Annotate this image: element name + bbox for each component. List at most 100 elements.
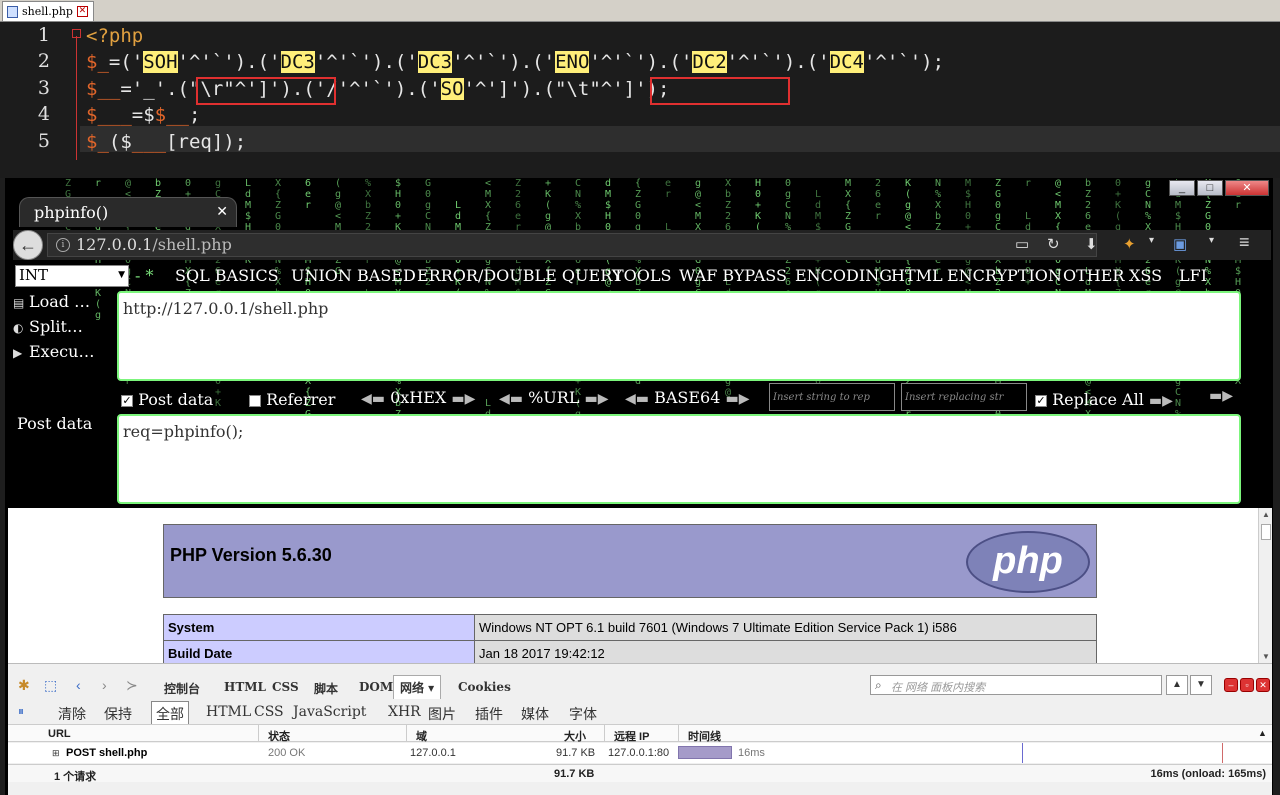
referrer-checkbox[interactable]: Referrer <box>249 390 335 409</box>
menu-sql-basics[interactable]: SQL BASICS <box>175 266 279 285</box>
menu-union-based[interactable]: UNION BASED <box>291 266 416 285</box>
line-number: 3 <box>37 77 50 99</box>
tab-network[interactable]: 网络 ▾ <box>393 675 442 699</box>
filter-javascript[interactable]: JavaScript <box>293 704 366 720</box>
download-icon[interactable]: ⬇ <box>1085 235 1098 253</box>
replacing-string-input[interactable]: Insert replacing str <box>901 383 1027 411</box>
close-tab-icon[interactable]: ✕ <box>216 204 228 220</box>
table-value: Windows NT OPT 6.1 build 7601 (Windows 7… <box>474 614 1097 641</box>
hackbar-url-textarea[interactable]: http://127.0.0.1/shell.php <box>117 291 1241 381</box>
detach-devtools-icon[interactable]: ▫ <box>1240 678 1254 692</box>
col-status[interactable]: 状态 <box>268 728 290 744</box>
minimize-button[interactable]: _ <box>1169 180 1195 196</box>
post-data-textarea[interactable]: req=phpinfo(); <box>117 414 1241 504</box>
col-timeline[interactable]: 时间线 <box>688 728 721 744</box>
close-window-button[interactable]: ✕ <box>1225 180 1269 196</box>
col-url[interactable]: URL <box>48 728 71 740</box>
code-editor[interactable]: 1 2 3 4 5 <?php $_ =(' SOH '^'`').(' DC3 '^'`… <box>0 22 1280 178</box>
code-line-4: $___ =$ $__; <box>86 104 201 126</box>
browser-tab[interactable]: phpinfo() ✕ <box>19 197 237 227</box>
hex-encode-control[interactable]: ◀▬ 0xHEX ▬▶ <box>361 388 475 407</box>
split-icon: ◐ <box>13 321 24 335</box>
tab-script[interactable]: 脚本 <box>314 680 338 697</box>
back-icon[interactable]: ← <box>13 230 43 260</box>
split-url-button[interactable]: ◐ Split… <box>13 317 83 336</box>
network-search-input[interactable]: ⌕ 在 网络 面板内搜索 <box>870 675 1162 695</box>
chevron-down-icon[interactable]: ▾ <box>1209 235 1214 246</box>
tab-css[interactable]: CSS <box>272 680 299 694</box>
type-select[interactable]: INT ▼ <box>15 265 129 287</box>
inspect-icon[interactable]: ⬚ <box>44 677 57 694</box>
maximize-button[interactable]: □ <box>1197 180 1223 196</box>
tab-cookies[interactable]: Cookies <box>458 680 511 694</box>
menu-lfi[interactable]: LFI <box>1179 266 1207 285</box>
table-row[interactable]: ⊞ POST shell.php 200 OK 127.0.0.1 91.7 K… <box>8 743 1272 763</box>
menu-tools[interactable]: TOOLS <box>613 266 672 285</box>
table-row: System Windows NT OPT 6.1 build 7601 (Wi… <box>163 614 1097 641</box>
back-nav-icon[interactable]: ‹ <box>76 677 81 693</box>
scroll-up-icon[interactable]: ▲ <box>1258 728 1267 738</box>
base64-control[interactable]: ◀▬ BASE64 ▬▶ <box>625 388 750 407</box>
reader-icon[interactable]: ▭ <box>1015 235 1029 253</box>
filter-xhr[interactable]: XHR <box>388 704 421 720</box>
close-icon[interactable]: ✕ <box>76 6 88 17</box>
extension-icon[interactable]: ▣ <box>1173 235 1187 253</box>
post-data-label: Post data <box>17 414 93 433</box>
menu-html[interactable]: HTML <box>891 266 943 285</box>
menu-encoding[interactable]: ENCODING <box>795 266 892 285</box>
col-domain[interactable]: 域 <box>416 728 427 744</box>
tab-html[interactable]: HTML <box>224 680 266 694</box>
replace-all-checkbox[interactable]: ✓ Replace All ▬▶ <box>1035 390 1173 409</box>
firebug-icon[interactable]: ✱ <box>18 677 30 694</box>
menu-encryption[interactable]: ENCRYPTION <box>947 266 1062 285</box>
navigation-bar: ← i 127.0.0.1/shell.php ▭ ↻ ⬇ ✦ ▾ ▣ ▾ ≡ <box>13 230 1271 260</box>
editor-tab-shell-php[interactable]: shell.php ✕ <box>2 1 94 21</box>
scroll-down-icon: ▼ <box>1262 652 1270 661</box>
info-icon[interactable]: i <box>56 238 70 252</box>
search-next-button[interactable]: ▼ <box>1190 675 1212 695</box>
tab-dom[interactable]: DOM <box>359 680 393 694</box>
expand-icon[interactable]: ⊞ <box>52 748 60 759</box>
filter-clear[interactable]: 清除 <box>58 704 86 724</box>
filter-fonts[interactable]: 字体 <box>569 704 597 724</box>
filter-media[interactable]: 媒体 <box>521 704 549 724</box>
scroll-thumb[interactable] <box>1261 524 1271 540</box>
addon-icon[interactable]: ✦ <box>1123 235 1136 253</box>
tab-console[interactable]: 控制台 <box>164 680 200 697</box>
insert-string-input[interactable]: Insert string to rep <box>769 383 895 411</box>
page-scrollbar[interactable]: ▲ ▼ <box>1258 508 1272 663</box>
chevron-down-icon[interactable]: ▾ <box>1149 235 1154 246</box>
minimize-devtools-icon[interactable]: – <box>1224 678 1238 692</box>
filter-html[interactable]: HTML <box>206 704 251 720</box>
menu-error-double-query[interactable]: ERROR/DOUBLE QUERY <box>417 266 622 285</box>
execute-button[interactable]: ▶ Execu… <box>13 342 94 361</box>
filter-persist[interactable]: 保持 <box>104 704 132 724</box>
request-url[interactable]: POST shell.php <box>66 747 147 759</box>
total-size: 91.7 KB <box>554 768 595 780</box>
menu-icon[interactable]: ≡ <box>1239 232 1250 253</box>
browser-window: Z G 0 g C N r L d M $ H 0 + K ( g @ < M … <box>5 178 1273 795</box>
forward-nav-icon[interactable]: › <box>102 677 107 693</box>
console-prompt-icon[interactable]: ≻ <box>126 677 138 694</box>
filter-css[interactable]: CSS <box>254 704 284 720</box>
url-encode-control[interactable]: ◀▬ %URL ▬▶ <box>499 388 609 407</box>
reload-icon[interactable]: ↻ <box>1047 235 1060 253</box>
col-remote-ip[interactable]: 远程 IP <box>614 728 649 744</box>
menu-xss[interactable]: XSS <box>1129 266 1162 285</box>
close-devtools-icon[interactable]: ✕ <box>1256 678 1270 692</box>
request-time: 16ms <box>738 747 765 759</box>
url-input[interactable]: i 127.0.0.1/shell.php <box>47 233 1097 257</box>
menu-other[interactable]: OTHER <box>1063 266 1124 285</box>
pause-icon[interactable]: ⏸ <box>18 704 24 719</box>
post-data-checkbox[interactable]: ✓ Post data <box>121 390 213 409</box>
search-prev-button[interactable]: ▲ <box>1166 675 1188 695</box>
load-url-button[interactable]: ▤ Load … <box>13 292 90 311</box>
col-size[interactable]: 大小 <box>564 728 586 744</box>
highlight-box-r <box>196 77 336 105</box>
run-replace-icon[interactable]: ▬▶ <box>1209 388 1233 404</box>
filter-images[interactable]: 图片 <box>428 704 456 724</box>
fold-guide <box>76 36 77 160</box>
search-icon: ⌕ <box>875 678 882 692</box>
menu-waf-bypass[interactable]: WAF BYPASS <box>679 266 787 285</box>
filter-plugins[interactable]: 插件 <box>475 704 503 724</box>
